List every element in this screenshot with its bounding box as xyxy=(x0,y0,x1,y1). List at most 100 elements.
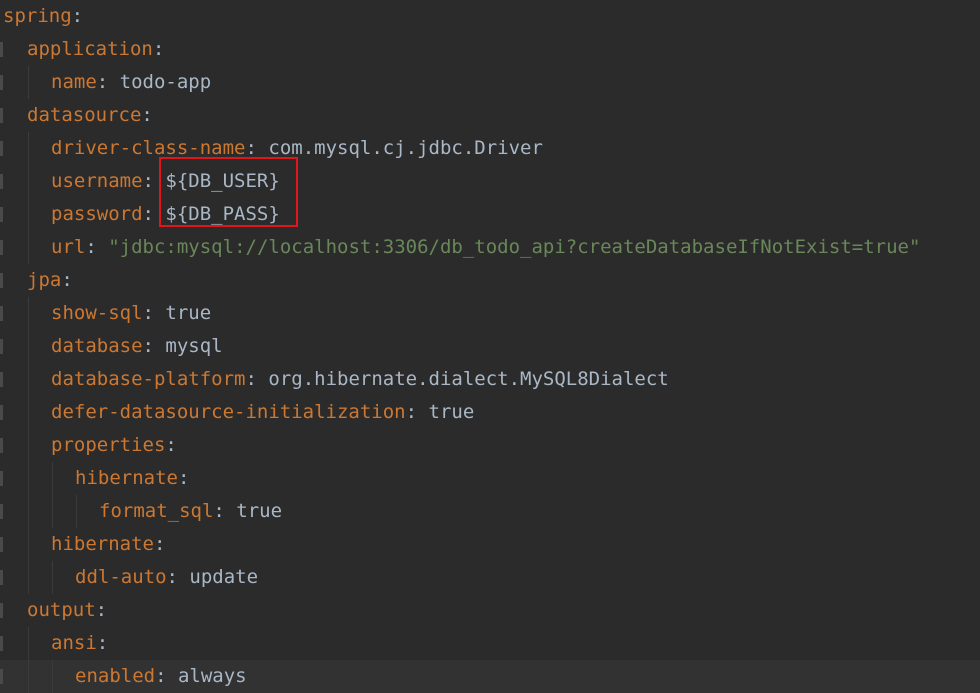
gutter-fold-marker xyxy=(0,504,3,519)
indent-guide xyxy=(52,462,53,495)
yaml-colon: : xyxy=(95,599,108,621)
code-line[interactable]: jpa: xyxy=(0,264,980,297)
gutter-fold-marker xyxy=(0,405,3,420)
yaml-colon: : xyxy=(142,203,154,225)
gutter-fold-marker xyxy=(0,174,3,189)
yaml-key: password xyxy=(51,203,143,225)
yaml-key: datasource xyxy=(27,104,142,126)
yaml-colon: : xyxy=(141,104,153,126)
yaml-colon: : xyxy=(177,467,190,489)
code-line[interactable]: database: mysql xyxy=(0,330,980,363)
gutter-fold-marker xyxy=(0,438,3,453)
gutter-fold-marker xyxy=(0,42,3,57)
indent-guide xyxy=(52,495,53,528)
gutter-fold-marker xyxy=(0,273,3,288)
indent-guide xyxy=(28,66,29,99)
code-line[interactable]: name: todo-app xyxy=(0,66,980,99)
gutter-fold-marker xyxy=(0,570,3,585)
yaml-colon: : xyxy=(71,5,84,27)
indent-guide xyxy=(28,363,29,396)
gutter-fold-marker xyxy=(0,537,3,552)
yaml-entry: format_sql: true xyxy=(99,495,282,528)
code-line[interactable]: application: xyxy=(0,33,980,66)
yaml-entry: url: "jdbc:mysql://localhost:3306/db_tod… xyxy=(51,231,920,264)
yaml-colon: : xyxy=(96,632,109,654)
yaml-entry: spring: xyxy=(3,0,83,33)
code-line[interactable]: defer-datasource-initialization: true xyxy=(0,396,980,429)
yaml-key: format_sql xyxy=(99,500,214,522)
yaml-key: output xyxy=(27,599,96,621)
indent-guide xyxy=(28,165,29,198)
yaml-key: name xyxy=(51,71,97,93)
yaml-key: database xyxy=(51,335,143,357)
indent-guide xyxy=(28,462,29,495)
yaml-colon: : xyxy=(142,302,154,324)
code-line[interactable]: datasource: xyxy=(0,99,980,132)
indent-guide xyxy=(28,396,29,429)
yaml-key: show-sql xyxy=(51,302,143,324)
code-line[interactable]: ddl-auto: update xyxy=(0,561,980,594)
code-line[interactable]: username: ${DB_USER} xyxy=(0,165,980,198)
code-line[interactable]: hibernate: xyxy=(0,462,980,495)
yaml-value: com.mysql.cj.jdbc.Driver xyxy=(268,137,543,159)
gutter-fold-marker xyxy=(0,372,3,387)
gutter-fold-marker xyxy=(0,240,3,255)
yaml-key: application xyxy=(27,38,153,60)
gutter-fold-marker xyxy=(0,207,3,222)
gutter-fold-marker xyxy=(0,471,3,486)
yaml-entry: ansi: xyxy=(51,627,108,660)
yaml-key: jpa xyxy=(27,269,62,291)
yaml-entry: hibernate: xyxy=(51,528,165,561)
yaml-colon: : xyxy=(245,137,257,159)
indent-guide xyxy=(28,561,29,594)
code-line[interactable]: format_sql: true xyxy=(0,495,980,528)
indent-guide xyxy=(28,297,29,330)
gutter-fold-marker xyxy=(0,141,3,156)
yaml-entry: defer-datasource-initialization: true xyxy=(51,396,474,429)
yaml-value: org.hibernate.dialect.MySQL8Dialect xyxy=(268,368,669,390)
yaml-colon: : xyxy=(213,500,225,522)
yaml-value: ${DB_USER} xyxy=(165,170,280,192)
yaml-colon: : xyxy=(142,170,154,192)
yaml-entry: show-sql: true xyxy=(51,297,211,330)
yaml-editor[interactable]: spring: application: name: todo-app datasou… xyxy=(0,0,980,693)
yaml-entry: password: ${DB_PASS} xyxy=(51,198,280,231)
yaml-value: ${DB_PASS} xyxy=(165,203,280,225)
code-line[interactable]: url: "jdbc:mysql://localhost:3306/db_tod… xyxy=(0,231,980,264)
code-line[interactable]: password: ${DB_PASS} xyxy=(0,198,980,231)
indent-guide xyxy=(28,495,29,528)
yaml-entry: username: ${DB_USER} xyxy=(51,165,280,198)
yaml-value: todo-app xyxy=(119,71,212,93)
code-line[interactable]: show-sql: true xyxy=(0,297,980,330)
yaml-colon: : xyxy=(152,38,165,60)
indent-guide xyxy=(52,561,53,594)
gutter-fold-marker xyxy=(0,669,3,684)
yaml-entry: application: xyxy=(27,33,164,66)
yaml-colon: : xyxy=(153,533,166,555)
yaml-colon: : xyxy=(165,434,177,456)
yaml-entry: enabled: always xyxy=(75,660,247,693)
indent-guide xyxy=(28,231,29,264)
code-line[interactable]: driver-class-name: com.mysql.cj.jdbc.Dri… xyxy=(0,132,980,165)
yaml-value: true xyxy=(165,302,212,324)
code-line[interactable]: hibernate: xyxy=(0,528,980,561)
code-line[interactable]: properties: xyxy=(0,429,980,462)
code-line[interactable]: ansi: xyxy=(0,627,980,660)
yaml-entry: output: xyxy=(27,594,107,627)
yaml-value: mysql xyxy=(165,335,223,357)
yaml-key: url xyxy=(51,236,86,258)
yaml-colon: : xyxy=(61,269,73,291)
yaml-colon: : xyxy=(155,665,167,687)
yaml-colon: : xyxy=(85,236,97,258)
gutter-fold-marker xyxy=(0,306,3,321)
yaml-entry: datasource: xyxy=(27,99,153,132)
yaml-colon: : xyxy=(245,368,257,390)
yaml-key: hibernate xyxy=(51,533,154,555)
code-line[interactable]: enabled: always xyxy=(0,660,980,693)
code-line[interactable]: spring: xyxy=(0,0,980,33)
yaml-colon: : xyxy=(142,335,154,357)
code-line[interactable]: database-platform: org.hibernate.dialect… xyxy=(0,363,980,396)
code-line[interactable]: output: xyxy=(0,594,980,627)
yaml-key: ansi xyxy=(51,632,97,654)
yaml-key: username xyxy=(51,170,143,192)
